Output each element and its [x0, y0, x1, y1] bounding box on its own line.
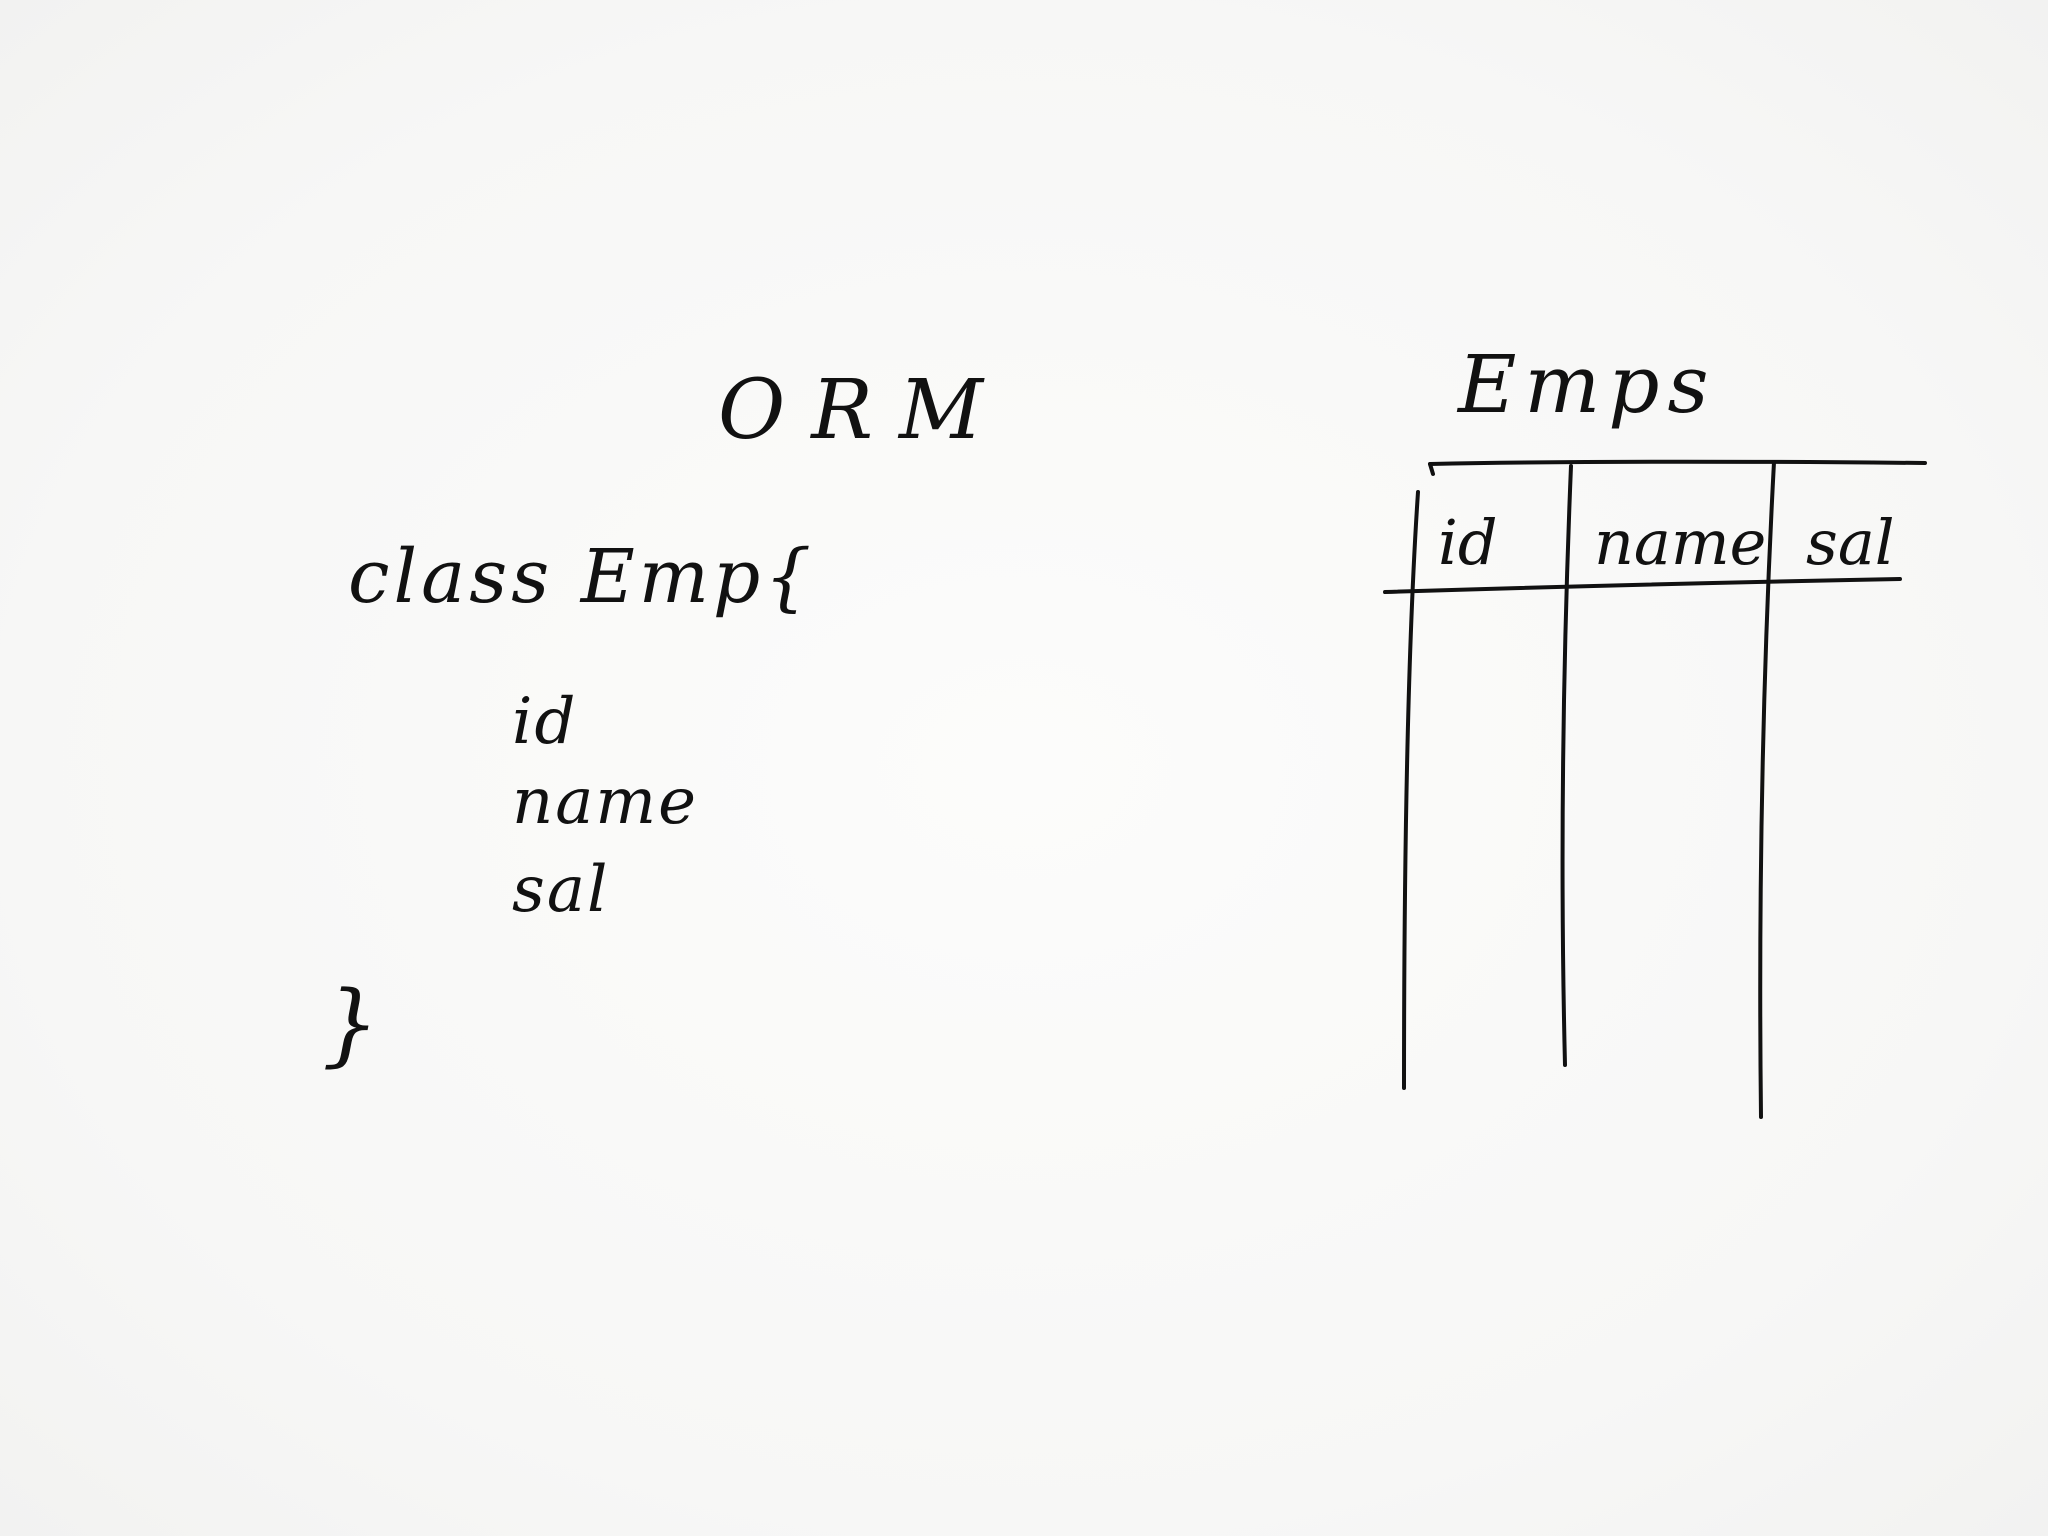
table-column-divider-1: [1560, 464, 1573, 1067]
table-left-border: [1402, 490, 1420, 1090]
column-header-name: name: [1594, 506, 1767, 579]
whiteboard-canvas: ORM class Emp{ id name sal } Emps id nam…: [0, 0, 2048, 1536]
column-header-sal: sal: [1806, 506, 1895, 579]
table-top-rule: [1428, 459, 1927, 466]
table-grid: [1383, 459, 1927, 1119]
table-header-rule: [1383, 577, 1902, 594]
column-header-id: id: [1438, 506, 1498, 579]
